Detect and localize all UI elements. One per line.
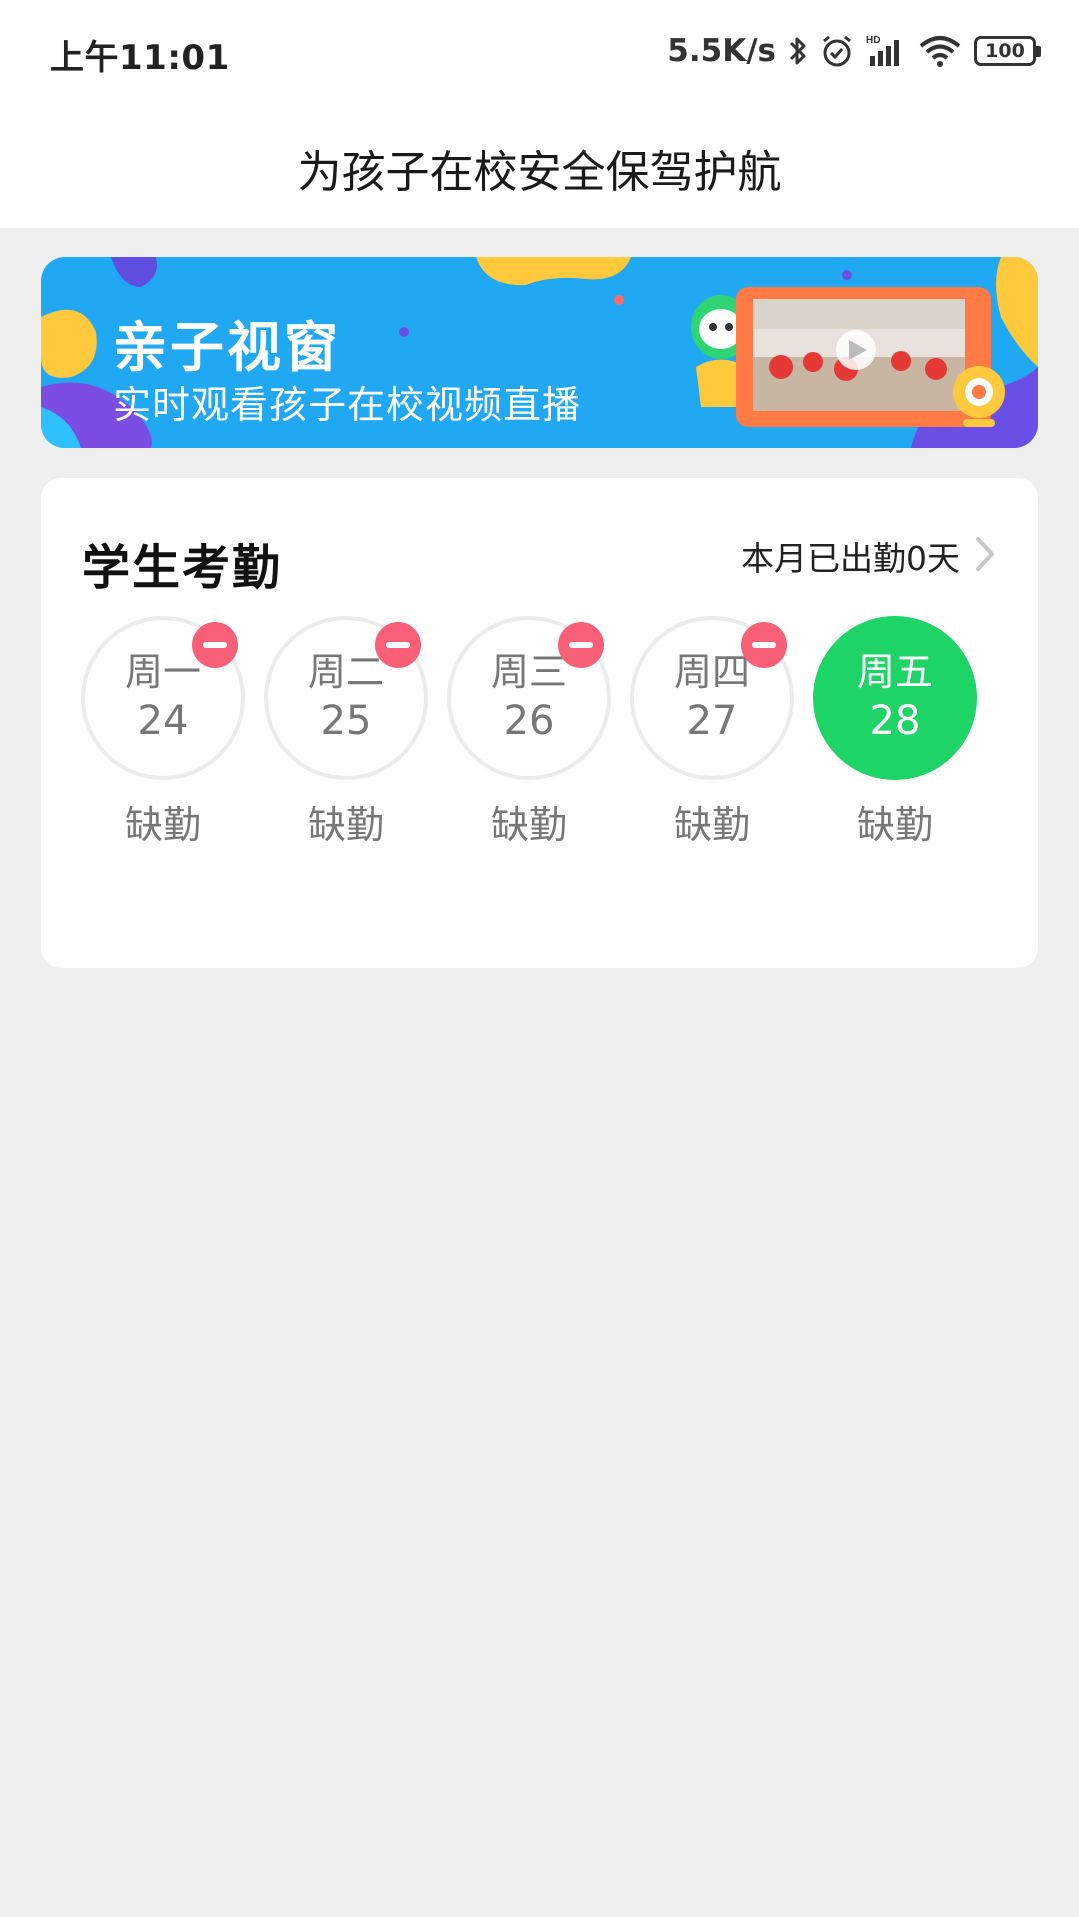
absent-minus-icon xyxy=(192,622,238,668)
status-icons: 5.5K/s HD 100 xyxy=(667,28,1041,74)
day-status: 缺勤 xyxy=(307,803,384,847)
net-speed: 5.5K/s xyxy=(667,33,776,69)
battery-icon: 100 xyxy=(974,36,1041,66)
day-weekday: 周四 xyxy=(673,650,750,695)
attendance-day[interactable]: 周四 27 缺勤 xyxy=(630,616,794,847)
status-bar: 上午11:01 5.5K/s HD 100 xyxy=(0,0,1079,100)
day-weekday: 周三 xyxy=(490,650,567,695)
attendance-day[interactable]: 周二 25 缺勤 xyxy=(264,616,428,847)
day-weekday: 周一 xyxy=(124,650,201,695)
hd-signal-icon: HD xyxy=(866,34,906,68)
attendance-card: 学生考勤 本月已出勤0天 周一 24 缺勤 周二 25 缺勤 周三 26 缺勤 … xyxy=(41,478,1038,968)
day-status: 缺勤 xyxy=(856,803,933,847)
absent-minus-icon xyxy=(741,622,787,668)
banner-subtitle: 实时观看孩子在校视频直播 xyxy=(113,383,582,427)
attendance-day[interactable]: 周一 24 缺勤 xyxy=(81,616,245,847)
day-weekday: 周五 xyxy=(856,650,933,695)
day-status: 缺勤 xyxy=(673,803,750,847)
status-time: 上午11:01 xyxy=(50,38,230,78)
attendance-summary-link[interactable]: 本月已出勤0天 xyxy=(741,532,996,580)
day-date: 24 xyxy=(137,697,189,744)
attendance-title: 学生考勤 xyxy=(82,540,283,596)
wifi-icon xyxy=(918,34,962,68)
attendance-days: 周一 24 缺勤 周二 25 缺勤 周三 26 缺勤 周四 27 缺勤 周五 2… xyxy=(81,616,1001,856)
chevron-right-icon xyxy=(974,535,996,577)
day-status: 缺勤 xyxy=(490,803,567,847)
parent-view-banner[interactable]: 亲子视窗 实时观看孩子在校视频直播 xyxy=(41,257,1038,448)
page-title: 为孩子在校安全保驾护航 xyxy=(297,147,782,198)
day-date: 25 xyxy=(320,697,372,744)
bluetooth-icon xyxy=(788,34,808,68)
day-weekday: 周二 xyxy=(307,650,384,695)
alarm-icon xyxy=(820,34,854,68)
absent-minus-icon xyxy=(375,622,421,668)
attendance-day[interactable]: 周三 26 缺勤 xyxy=(447,616,611,847)
banner-title: 亲子视窗 xyxy=(113,316,341,379)
attendance-day-today[interactable]: 周五 28 缺勤 xyxy=(813,616,977,847)
app-header: 为孩子在校安全保驾护航 xyxy=(0,100,1079,228)
day-date: 26 xyxy=(503,697,555,744)
day-date: 28 xyxy=(869,697,921,744)
day-status: 缺勤 xyxy=(124,803,201,847)
absent-minus-icon xyxy=(558,622,604,668)
day-date: 27 xyxy=(686,697,738,744)
svg-text:HD: HD xyxy=(866,35,880,46)
day-circle-active: 周五 28 xyxy=(813,616,977,780)
attendance-summary: 本月已出勤0天 xyxy=(741,539,960,578)
